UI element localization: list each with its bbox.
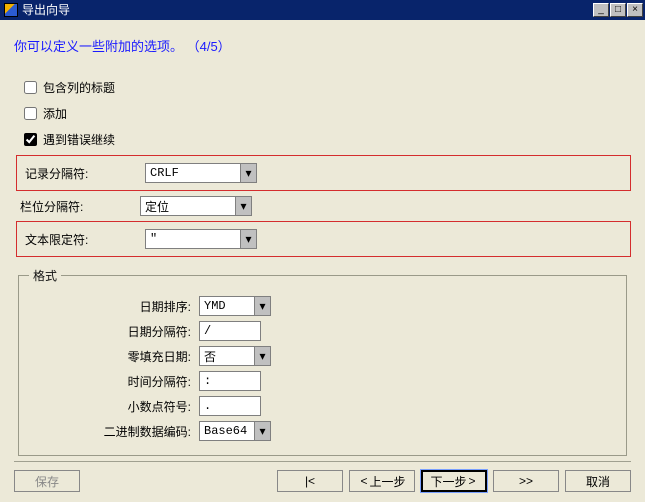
highlight-record-separator: 记录分隔符: CRLF ▾ <box>16 155 631 191</box>
text-qualifier-value: " <box>146 232 240 246</box>
chevron-down-icon: ▾ <box>254 297 270 315</box>
chevron-down-icon: ▾ <box>235 197 251 215</box>
checkbox-continue-on-error-row: 遇到错误继续 <box>20 129 631 149</box>
binary-enc-row: 二进制数据编码: Base64 ▾ <box>29 420 616 442</box>
chevron-down-icon: ▾ <box>240 230 256 248</box>
time-sep-row: 时间分隔符: <box>29 370 616 392</box>
title-bar: 导出向导 _ □ × <box>0 0 645 20</box>
highlight-text-qualifier: 文本限定符: " ▾ <box>16 221 631 257</box>
binary-enc-label: 二进制数据编码: <box>29 423 199 440</box>
zero-fill-combo[interactable]: 否 ▾ <box>199 346 271 366</box>
append-checkbox[interactable] <box>24 107 37 120</box>
minimize-button[interactable]: _ <box>593 3 609 17</box>
record-separator-combo[interactable]: CRLF ▾ <box>145 163 257 183</box>
date-order-combo[interactable]: YMD ▾ <box>199 296 271 316</box>
app-icon <box>4 3 18 17</box>
record-separator-label: 记录分隔符: <box>25 165 145 182</box>
decimal-input[interactable] <box>199 396 261 416</box>
date-order-row: 日期排序: YMD ▾ <box>29 295 616 317</box>
save-button[interactable]: 保存 <box>14 470 80 492</box>
footer: 保存 |< < 上一步 下一步 > >> 取消 <box>14 461 631 492</box>
zero-fill-label: 零填充日期: <box>29 348 199 365</box>
chevron-right-icon: > <box>467 474 478 488</box>
date-order-value: YMD <box>200 299 254 313</box>
field-separator-row: 栏位分隔符: 定位 ▾ <box>20 194 631 218</box>
text-qualifier-label: 文本限定符: <box>25 231 145 248</box>
chevron-down-icon: ▾ <box>254 347 270 365</box>
continue-on-error-label: 遇到错误继续 <box>43 131 115 148</box>
maximize-button[interactable]: □ <box>610 3 626 17</box>
next-button[interactable]: 下一步 > <box>421 470 487 492</box>
first-button[interactable]: |< <box>277 470 343 492</box>
field-separator-combo[interactable]: 定位 ▾ <box>140 196 252 216</box>
zero-fill-row: 零填充日期: 否 ▾ <box>29 345 616 367</box>
format-legend: 格式 <box>29 267 61 284</box>
zero-fill-value: 否 <box>200 348 254 365</box>
date-sep-row: 日期分隔符: <box>29 320 616 342</box>
window-controls: _ □ × <box>592 3 645 17</box>
binary-enc-value: Base64 <box>200 424 254 438</box>
decimal-label: 小数点符号: <box>29 398 199 415</box>
text-qualifier-row: 文本限定符: " ▾ <box>25 227 628 251</box>
cancel-button[interactable]: 取消 <box>565 470 631 492</box>
time-sep-label: 时间分隔符: <box>29 373 199 390</box>
field-separator-value: 定位 <box>141 198 235 215</box>
last-button[interactable]: >> <box>493 470 559 492</box>
chevron-down-icon: ▾ <box>240 164 256 182</box>
checkbox-include-headers-row: 包含列的标题 <box>20 77 631 97</box>
append-label: 添加 <box>43 105 67 122</box>
client-area: 你可以定义一些附加的选项。 （4/5） 包含列的标题 添加 遇到错误继续 记录分… <box>0 20 645 502</box>
back-button[interactable]: < 上一步 <box>349 470 415 492</box>
first-icon: |< <box>303 474 317 488</box>
record-separator-value: CRLF <box>146 166 240 180</box>
close-button[interactable]: × <box>627 3 643 17</box>
date-sep-label: 日期分隔符: <box>29 323 199 340</box>
date-sep-input[interactable] <box>199 321 261 341</box>
binary-enc-combo[interactable]: Base64 ▾ <box>199 421 271 441</box>
record-separator-row: 记录分隔符: CRLF ▾ <box>25 161 628 185</box>
continue-on-error-checkbox[interactable] <box>24 133 37 146</box>
include-headers-checkbox[interactable] <box>24 81 37 94</box>
last-icon: >> <box>517 474 535 488</box>
field-separator-label: 栏位分隔符: <box>20 198 140 215</box>
decimal-row: 小数点符号: <box>29 395 616 417</box>
text-qualifier-combo[interactable]: " ▾ <box>145 229 257 249</box>
include-headers-label: 包含列的标题 <box>43 79 115 96</box>
date-order-label: 日期排序: <box>29 298 199 315</box>
checkbox-append-row: 添加 <box>20 103 631 123</box>
time-sep-input[interactable] <box>199 371 261 391</box>
chevron-down-icon: ▾ <box>254 422 270 440</box>
format-group: 格式 日期排序: YMD ▾ 日期分隔符: 零填充日期: 否 ▾ 时间分隔符: … <box>18 267 627 456</box>
window-title: 导出向导 <box>22 0 70 20</box>
page-heading: 你可以定义一些附加的选项。 （4/5） <box>14 36 631 55</box>
chevron-left-icon: < <box>358 474 369 488</box>
